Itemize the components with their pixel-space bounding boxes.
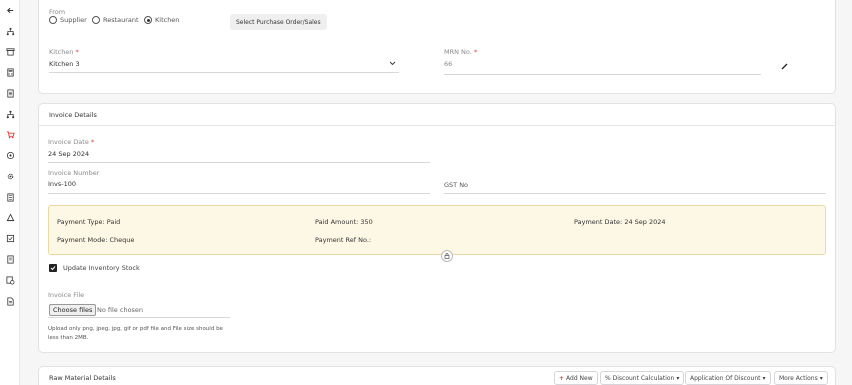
file-icon[interactable] [4, 295, 16, 307]
settings-icon[interactable] [4, 149, 16, 161]
from-label: From [49, 8, 66, 16]
mrn-label: MRN No. * [444, 48, 478, 56]
radio-label: Supplier [60, 16, 87, 24]
payment-ref: Payment Ref No.: [315, 236, 372, 244]
radio-circle-selected [144, 16, 152, 24]
sidebar [0, 0, 20, 385]
more-actions-label: More Actions [779, 374, 818, 382]
update-stock-label: Update Inventory Stock [63, 264, 140, 272]
file-hint: Upload only png, jpeg, jpg, gif or pdf f… [48, 326, 223, 341]
report-icon[interactable] [4, 253, 16, 265]
date-underline [48, 162, 430, 163]
payment-mode: Payment Mode: Cheque [57, 236, 135, 244]
payment-summary: Payment Type: Paid Paid Amount: 350 Paym… [48, 205, 826, 262]
pencil-icon[interactable] [781, 63, 788, 72]
calculator-icon[interactable] [4, 66, 16, 78]
plus-icon: + [559, 374, 565, 382]
caret-down-icon: ▾ [762, 374, 766, 382]
invoice-file-label: Invoice File [48, 291, 85, 299]
radio-circle [92, 16, 100, 24]
payment-type: Payment Type: Paid [57, 218, 121, 226]
radio-supplier[interactable]: Supplier [49, 16, 87, 24]
user-icon[interactable] [4, 211, 16, 223]
update-stock-checkbox[interactable] [49, 264, 57, 272]
mrn-underline [444, 74, 761, 75]
invoice-title: Invoice Details [49, 111, 97, 119]
mrn-input[interactable]: 66 [444, 60, 452, 68]
select-purchase-order-button[interactable]: Select Purchase Order/Sales [230, 14, 327, 30]
file-status: No file chosen [97, 306, 144, 314]
lock-icon[interactable] [441, 250, 453, 262]
report-check-icon[interactable] [4, 274, 16, 286]
invoice-card: Invoice Details Invoice Date * 24 Sep 20… [38, 103, 836, 353]
raw-material-title: Raw Material Details [49, 374, 116, 382]
back-arrow-icon[interactable] [4, 4, 16, 16]
chevron-down-icon[interactable] [389, 60, 396, 68]
source-card: From Supplier Restaurant Kitchen Select … [38, 0, 836, 94]
kitchen-label: Kitchen * [49, 48, 79, 56]
gst-underline [444, 193, 826, 194]
file-underline [48, 317, 230, 318]
raw-material-card: Raw Material Details + Add New % Discoun… [38, 366, 836, 385]
org-chart-icon[interactable] [4, 25, 16, 37]
caret-down-icon: ▾ [676, 374, 680, 382]
discount-calculation-button[interactable]: % Discount Calculation ▾ [600, 371, 685, 385]
document-icon[interactable] [4, 87, 16, 99]
kitchen-underline [49, 72, 399, 73]
number-underline [48, 193, 430, 194]
invoice-number-label: Invoice Number [48, 169, 100, 177]
radio-label: Kitchen [155, 16, 180, 24]
application-discount-button[interactable]: Application Of Discount ▾ [685, 371, 771, 385]
kitchen-select[interactable]: Kitchen 3 [49, 60, 80, 68]
radio-label: Restaurant [103, 16, 139, 24]
hierarchy-icon[interactable] [4, 108, 16, 120]
cart-icon[interactable] [4, 128, 16, 140]
box-icon[interactable] [4, 45, 16, 57]
choose-files-button[interactable]: Choose files [49, 304, 97, 316]
caret-down-icon: ▾ [819, 374, 823, 382]
list-icon[interactable] [4, 191, 16, 203]
invoice-number-input[interactable]: Invs-100 [48, 180, 76, 188]
invoice-date-label: Invoice Date * [48, 138, 95, 146]
radio-kitchen[interactable]: Kitchen [144, 16, 179, 24]
invoice-card-header: Invoice Details [39, 104, 835, 126]
add-new-button[interactable]: + Add New [554, 371, 598, 385]
discount-calc-label: % Discount Calculation [605, 374, 675, 382]
more-actions-button[interactable]: More Actions ▾ [774, 371, 828, 385]
invoice-date-input[interactable]: 24 Sep 2024 [48, 150, 89, 158]
checklist-icon[interactable] [4, 232, 16, 244]
gear-icon[interactable] [4, 170, 16, 182]
paid-amount: Paid Amount: 350 [315, 218, 373, 226]
application-discount-label: Application Of Discount [690, 374, 761, 382]
payment-date: Payment Date: 24 Sep 2024 [574, 218, 666, 226]
add-new-label: Add New [566, 374, 593, 382]
radio-circle [49, 16, 57, 24]
gst-input[interactable]: GST No [444, 181, 468, 189]
radio-restaurant[interactable]: Restaurant [92, 16, 139, 24]
